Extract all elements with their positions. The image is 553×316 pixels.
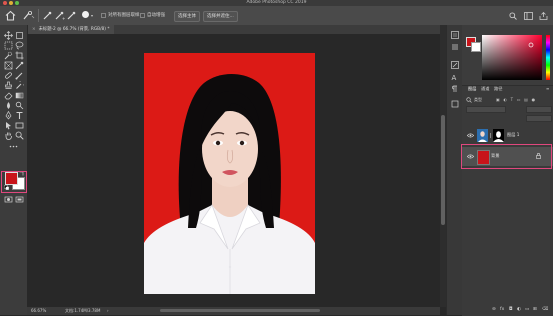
- svg-text:A: A: [452, 74, 457, 81]
- type-tool-icon[interactable]: [15, 111, 24, 120]
- opacity-field[interactable]: [526, 106, 552, 113]
- horizontal-scrollbar[interactable]: [160, 309, 320, 312]
- color-swatch-highlight: [1, 171, 27, 193]
- home-icon[interactable]: [5, 10, 16, 21]
- layer-filter-kind[interactable]: 类型: [474, 97, 482, 103]
- vertical-scrollbar-thumb[interactable]: [441, 115, 445, 225]
- tab-channels[interactable]: 通道: [481, 86, 489, 92]
- marquee-tool-icon[interactable]: [4, 41, 13, 50]
- new-layer-icon[interactable]: ⊞: [533, 307, 537, 312]
- layer-row-layer-1[interactable]: 图层 1: [462, 126, 553, 145]
- subtract-from-selection-brush-icon[interactable]: [67, 11, 77, 20]
- layer-visibility-eye-icon[interactable]: [467, 133, 474, 138]
- brush-options-chevron-icon[interactable]: ▾: [91, 13, 93, 18]
- path-selection-tool-icon[interactable]: [4, 121, 13, 130]
- brush-size-preview[interactable]: [82, 11, 89, 18]
- background-layer-highlight: [461, 144, 552, 169]
- adjustments-panel-icon[interactable]: [451, 61, 459, 69]
- layer-lock-row: [466, 115, 552, 122]
- new-selection-brush-icon[interactable]: [43, 11, 52, 20]
- healing-brush-tool-icon[interactable]: [4, 71, 13, 80]
- workspace-icon[interactable]: [524, 12, 533, 20]
- layer-filter-row: 类型 ▣ ◐ T ▭ ▤ ●: [466, 97, 550, 103]
- svg-text:+: +: [62, 16, 65, 20]
- quick-mask-icon[interactable]: [4, 195, 13, 204]
- dodge-tool-icon[interactable]: [15, 101, 24, 110]
- filter-search-icon[interactable]: [466, 97, 472, 103]
- blend-mode-select[interactable]: [466, 106, 506, 113]
- move-tool-icon[interactable]: [4, 31, 13, 40]
- rectangle-tool-icon[interactable]: [15, 121, 24, 130]
- zoom-tool-icon[interactable]: [15, 131, 24, 140]
- right-panel: 图层 通道 路径 ≡ 类型 ▣ ◐ T ▭ ▤ ● 图层 1 背景 ⊖ fx ◘…: [461, 25, 553, 316]
- document-tab[interactable]: × 未标题-2 @ 66.7% (背景, RGB/8) *: [27, 25, 115, 34]
- character-panel-icon[interactable]: A: [451, 73, 459, 81]
- edit-toolbar-icon[interactable]: [9, 142, 18, 151]
- layer-name[interactable]: 图层 1: [507, 132, 519, 138]
- document-tab-bar: × 未标题-2 @ 66.7% (背景, RGB/8) *: [27, 25, 440, 34]
- hand-tool-icon[interactable]: [4, 131, 13, 140]
- color-panel: [462, 25, 553, 83]
- document-tab-label: 未标题-2 @ 66.7% (背景, RGB/8) *: [38, 27, 110, 32]
- color-field[interactable]: [482, 35, 542, 80]
- libraries-panel-icon[interactable]: [451, 100, 459, 108]
- color-panel-background[interactable]: [471, 42, 481, 52]
- pen-tool-icon[interactable]: [4, 111, 13, 120]
- zoom-level[interactable]: 66.67%: [31, 307, 46, 315]
- search-icon[interactable]: [509, 12, 517, 20]
- add-to-selection-brush-icon[interactable]: +: [55, 11, 65, 20]
- layer-filter-icons[interactable]: ▣ ◐ T ▭ ▤ ●: [496, 97, 536, 103]
- tab-layers[interactable]: 图层: [468, 86, 476, 92]
- layer-mask-thumbnail[interactable]: [493, 129, 504, 142]
- gradient-tool-icon[interactable]: [15, 91, 24, 100]
- sample-all-layers-checkbox[interactable]: [101, 13, 106, 18]
- lasso-tool-icon[interactable]: [15, 41, 24, 50]
- layers-panel: 图层 通道 路径 ≡ 类型 ▣ ◐ T ▭ ▤ ● 图层 1 背景 ⊖ fx ◘…: [461, 85, 553, 316]
- options-bar: + ▾ 对所有图层取样 自动增强 选择主体 选择并遮住...: [0, 6, 553, 26]
- auto-enhance-checkbox[interactable]: [140, 13, 145, 18]
- collapsed-panel-strip: A: [446, 25, 463, 315]
- divider: [38, 9, 39, 22]
- artboard-tool-icon[interactable]: [15, 31, 24, 40]
- link-layers-icon[interactable]: ⊖: [492, 307, 496, 312]
- tab-paths[interactable]: 路径: [494, 86, 502, 92]
- delete-layer-icon[interactable]: ⌫: [542, 307, 548, 312]
- tools-panel: [0, 25, 28, 315]
- properties-panel-icon[interactable]: [451, 43, 459, 51]
- screen-mode-icon[interactable]: [15, 195, 24, 204]
- status-menu-chevron-icon[interactable]: ›: [107, 307, 109, 315]
- portrait-photo: [144, 53, 315, 294]
- document-size[interactable]: 文档:1.74M/3.78M: [65, 307, 100, 315]
- layers-panel-footer: ⊖ fx ◘ ◐ ▭ ⊞ ⌫: [462, 307, 553, 314]
- clone-stamp-tool-icon[interactable]: [4, 81, 13, 90]
- add-mask-icon[interactable]: ◘: [509, 307, 513, 312]
- crop-tool-icon[interactable]: [15, 51, 24, 60]
- history-panel-icon[interactable]: [451, 31, 459, 39]
- select-subject-button[interactable]: 选择主体: [174, 11, 200, 22]
- share-icon[interactable]: [539, 12, 548, 20]
- frame-tool-icon[interactable]: [4, 61, 13, 70]
- document-canvas[interactable]: [144, 53, 315, 294]
- brush-tool-icon[interactable]: [15, 71, 24, 80]
- layer-mask-link-icon[interactable]: [489, 133, 492, 138]
- quick-selection-tool-preset-icon[interactable]: [23, 11, 35, 20]
- eraser-tool-icon[interactable]: [4, 91, 13, 100]
- panel-menu-icon[interactable]: ≡: [546, 86, 549, 91]
- select-and-mask-button[interactable]: 选择并遮住...: [203, 11, 238, 22]
- fill-field[interactable]: [526, 115, 552, 122]
- close-tab-icon[interactable]: ×: [32, 27, 36, 32]
- eyedropper-tool-icon[interactable]: [15, 61, 24, 70]
- sample-all-layers-label: 对所有图层取样: [108, 13, 140, 18]
- hue-slider[interactable]: [546, 35, 550, 80]
- paragraph-panel-icon[interactable]: [451, 85, 459, 93]
- auto-enhance-label: 自动增强: [147, 13, 165, 18]
- blur-tool-icon[interactable]: [4, 101, 13, 110]
- layer-thumbnail-portrait: [477, 129, 488, 142]
- adjustment-layer-icon[interactable]: ◐: [517, 307, 521, 312]
- new-group-icon[interactable]: ▭: [525, 307, 529, 312]
- layer-style-icon[interactable]: fx: [500, 307, 504, 312]
- history-brush-tool-icon[interactable]: [15, 81, 24, 90]
- quick-selection-tool-icon[interactable]: [4, 51, 13, 60]
- layer-blend-row: [466, 106, 552, 113]
